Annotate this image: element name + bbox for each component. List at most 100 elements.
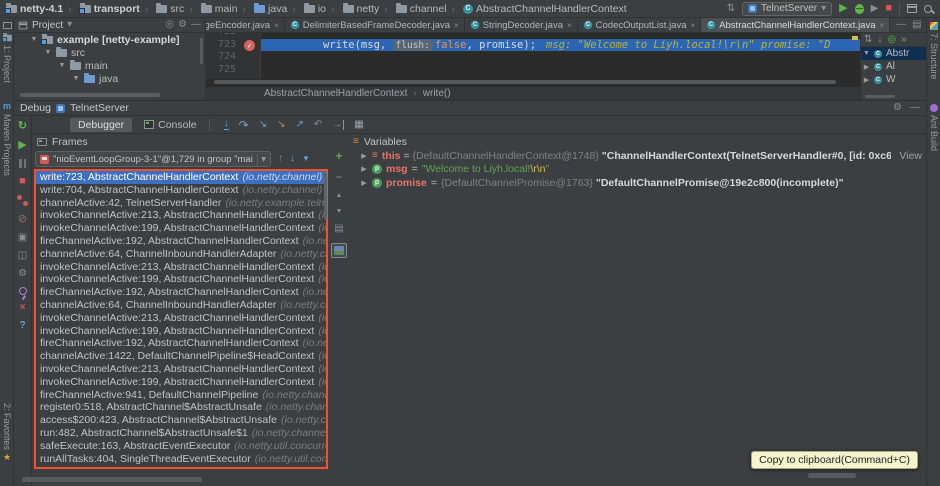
breakpoint-hit-icon[interactable]: ✓ <box>244 39 255 51</box>
close-icon[interactable]: × <box>691 21 696 30</box>
autoscroll-icon[interactable]: ◎ <box>887 34 896 45</box>
frame-row[interactable]: channelActive:42, TelnetServerHandler (io… <box>36 197 326 210</box>
frame-row[interactable]: invokeChannelActive:213, AbstractChannel… <box>36 261 326 274</box>
chevron-expanded-icon[interactable]: ▼ <box>58 62 66 69</box>
close-button[interactable]: × <box>20 303 26 313</box>
code-editor[interactable]: 722 723✓write(msg, flush:false, promise)… <box>206 33 860 100</box>
thread-dropdown[interactable]: "nioEventLoopGroup-3-1"@1,729 in group "… <box>35 151 271 167</box>
close-icon[interactable]: × <box>274 21 279 30</box>
variable-row-msg[interactable]: ▶ p msg = "Welcome to Liyh.local!\r\n" <box>348 163 926 177</box>
drop-frame-button[interactable]: ↶ <box>314 119 322 130</box>
tab-string-decoder[interactable]: C StringDecoder.java × <box>465 18 578 32</box>
evaluate-expression-button[interactable]: ▦ <box>354 119 363 130</box>
sidebar-tab-ant-build[interactable]: Ant Build <box>927 104 940 151</box>
thread-dump-button[interactable]: ▣ <box>18 233 27 243</box>
run-button[interactable]: ▶ <box>839 3 847 14</box>
frame-down-icon[interactable]: ↓ <box>290 154 295 164</box>
tab-codec-output-list[interactable]: C CodecOutputList.java × <box>578 18 702 32</box>
sidebar-tab-maven[interactable]: m Maven Projects <box>0 102 14 177</box>
locate-file-icon[interactable]: ◎ <box>165 20 174 30</box>
restore-layout-button[interactable]: ◫ <box>18 251 27 261</box>
sort-icon[interactable]: ⇅ <box>864 34 872 45</box>
structure-node-2[interactable]: ▶ C W <box>861 73 926 86</box>
frame-row[interactable]: invokeChannelActive:213, AbstractChannel… <box>36 312 326 325</box>
frame-row[interactable]: runAllTasks:404, SingleThreadEventExecut… <box>36 453 326 466</box>
debug-button[interactable] <box>854 3 864 14</box>
gear-icon[interactable]: ⚙ <box>893 103 902 113</box>
tab-console[interactable]: Console <box>136 118 205 132</box>
pause-button[interactable] <box>19 159 26 168</box>
tab-debugger[interactable]: Debugger <box>70 117 133 132</box>
search-everywhere-icon[interactable] <box>924 4 932 13</box>
filter-frames-icon[interactable]: ▼ <box>302 155 310 163</box>
breadcrumb-item-src[interactable]: src <box>140 2 184 15</box>
frame-row[interactable]: channelActive:64, ChannelInboundHandlerA… <box>36 248 326 261</box>
step-out-button[interactable]: ↗ <box>296 119 304 130</box>
sidebar-tab-structure[interactable]: 7: Structure <box>927 22 940 80</box>
sidebar-tab-project[interactable]: 1: Project <box>0 33 14 83</box>
rerun-button[interactable]: ↻ <box>18 121 27 132</box>
close-icon[interactable]: × <box>454 21 459 30</box>
chevron-expanded-icon[interactable]: ▼ <box>863 50 870 57</box>
tree-node-main[interactable]: ▼ main <box>14 59 205 72</box>
run-configuration-select[interactable]: TelnetServer ▾ <box>742 1 833 16</box>
chevron-collapsed-icon[interactable]: ▶ <box>863 63 870 71</box>
step-over-button[interactable]: ↷ <box>239 119 249 131</box>
breadcrumb-item-netty[interactable]: netty <box>326 2 379 15</box>
move-down-button[interactable]: ▼ <box>336 208 343 215</box>
view-link[interactable]: View <box>895 150 926 162</box>
breadcrumb-item-io[interactable]: io <box>287 2 326 15</box>
tree-node-example[interactable]: ▼ example [netty-example] <box>14 33 205 46</box>
hide-icon[interactable]: — <box>910 103 920 113</box>
force-step-into-button[interactable]: ↘ <box>277 119 285 130</box>
frame-row[interactable]: invokeChannelActive:213, AbstractChannel… <box>36 363 326 376</box>
frame-row[interactable]: channelActive:1422, DefaultChannelPipeli… <box>36 350 326 363</box>
chevron-collapsed-icon[interactable]: ▶ <box>360 165 368 173</box>
structure-node-1[interactable]: ▶ C Al <box>861 60 926 73</box>
chevron-collapsed-icon[interactable]: ▶ <box>360 179 368 187</box>
more-icon[interactable]: » <box>901 34 907 45</box>
frame-row[interactable]: channelActive:64, ChannelInboundHandlerA… <box>36 299 326 312</box>
settings-gear-button[interactable]: ⚙ <box>18 269 27 279</box>
gear-icon[interactable]: ⚙ <box>178 20 187 30</box>
close-icon[interactable]: × <box>880 21 885 30</box>
restore-windows-icon[interactable] <box>907 4 917 13</box>
tab-abstract-channel-handler-context[interactable]: C AbstractChannelHandlerContext.java × <box>701 18 891 32</box>
frame-row[interactable]: invokeChannelActive:199, AbstractChannel… <box>36 376 326 389</box>
close-icon[interactable]: × <box>567 21 572 30</box>
show-execution-point-button[interactable]: ↓ <box>223 119 229 130</box>
horizontal-scrollbar[interactable] <box>22 477 202 482</box>
hide-panel-icon[interactable]: — <box>191 20 201 30</box>
frame-row[interactable]: write:704, AbstractChannelHandlerContext… <box>36 184 326 197</box>
frame-row[interactable]: invokeChannelActive:199, AbstractChannel… <box>36 222 326 235</box>
frame-row[interactable]: write:723, AbstractChannelHandlerContext… <box>36 171 326 184</box>
horizontal-scrollbar[interactable] <box>20 93 160 97</box>
horizontal-scrollbar[interactable] <box>808 473 856 478</box>
show-values-inline-button[interactable] <box>331 243 347 258</box>
add-watch-button[interactable]: + <box>335 150 342 162</box>
stop-button[interactable]: ■ <box>885 3 892 14</box>
frame-row[interactable]: fireChannelActive:192, AbstractChannelHa… <box>36 337 326 350</box>
tool-window-switcher-icon[interactable] <box>0 22 14 29</box>
tab-list-icon[interactable]: ▤ <box>912 20 921 30</box>
frame-row[interactable]: fireChannelActive:192, AbstractChannelHa… <box>36 286 326 299</box>
chevron-expanded-icon[interactable]: ▼ <box>72 75 80 82</box>
run-to-cursor-button[interactable]: → <box>332 119 345 130</box>
breadcrumb-item-module[interactable]: transport <box>63 2 140 15</box>
sort-alpha-icon[interactable]: ↓ <box>877 34 882 45</box>
tab-delimiter-based-frame-decoder[interactable]: C DelimiterBasedFrameDecoder.java × <box>285 18 465 32</box>
move-up-button[interactable]: ▲ <box>336 192 343 199</box>
frame-row[interactable]: invokeChannelActive:199, AbstractChannel… <box>36 273 326 286</box>
frame-row[interactable]: invokeChannelActive:213, AbstractChannel… <box>36 209 326 222</box>
variable-row-this[interactable]: ▶ ≡ this = {DefaultChannelHandlerContext… <box>348 149 926 163</box>
remove-watch-button[interactable]: − <box>335 171 342 183</box>
breadcrumb-item-project[interactable]: netty-4.1 <box>6 2 63 15</box>
breadcrumb-item-java[interactable]: java <box>238 2 287 15</box>
frame-row[interactable]: access$200:423, AbstractChannel$Abstract… <box>36 414 326 427</box>
error-stripe-warning-marker[interactable] <box>852 36 858 40</box>
frame-up-icon[interactable]: ↑ <box>278 154 283 164</box>
frame-row[interactable]: fireChannelActive:941, DefaultChannelPip… <box>36 389 326 402</box>
help-button[interactable]: ? <box>19 321 25 331</box>
tree-node-java[interactable]: ▼ java <box>14 72 205 85</box>
structure-node-class[interactable]: ▼ C Abstr <box>861 47 926 60</box>
